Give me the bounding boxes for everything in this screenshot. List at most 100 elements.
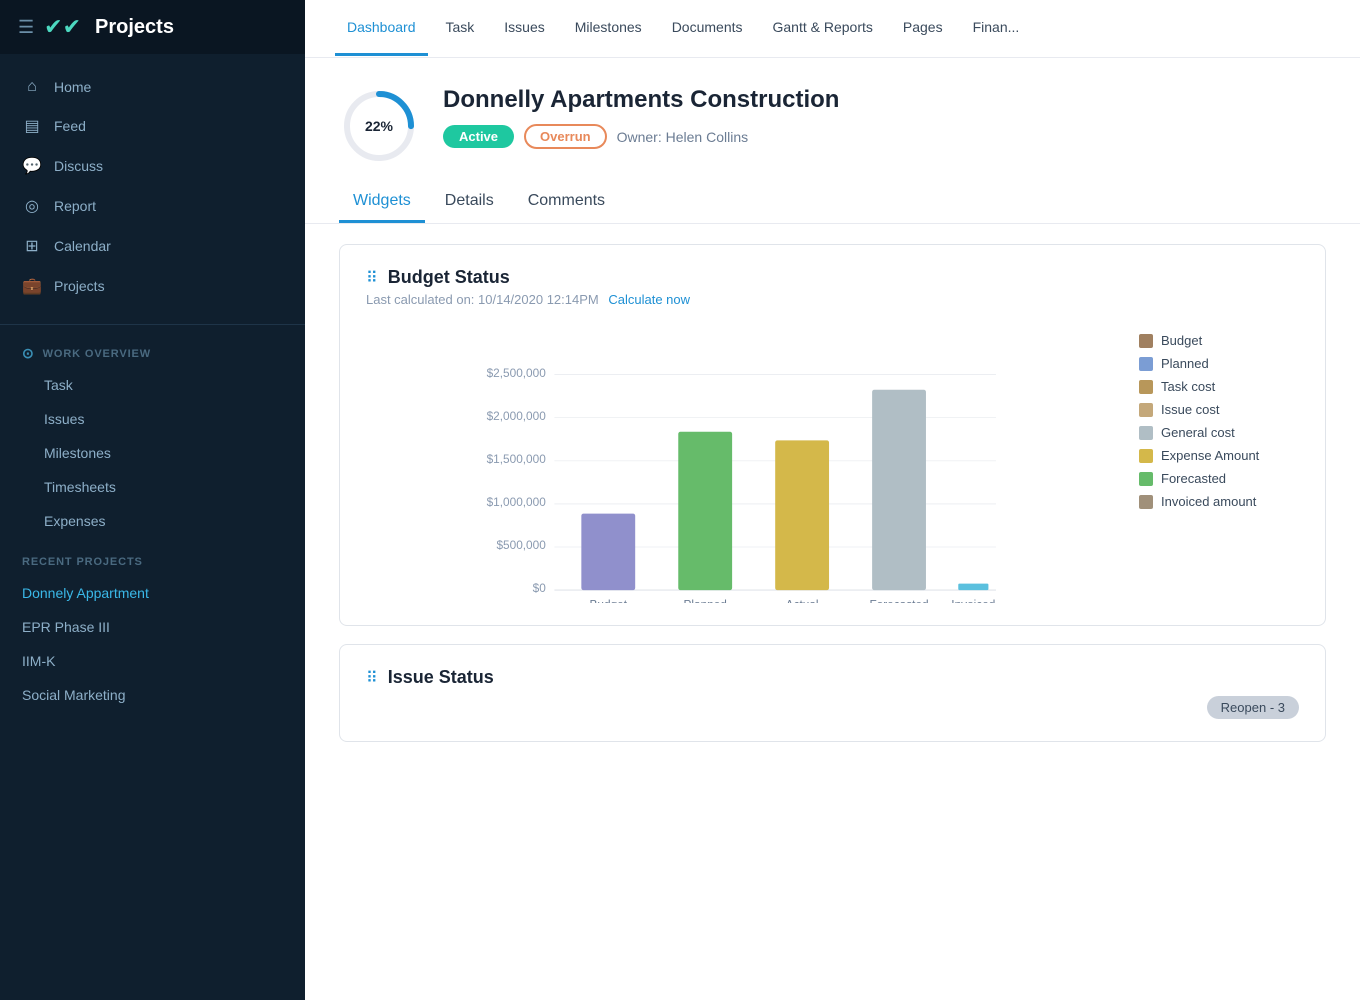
legend-task-cost: Task cost xyxy=(1139,379,1299,394)
budget-widget-subtitle: Last calculated on: 10/14/2020 12:14PM C… xyxy=(366,292,1299,307)
legend-color-planned xyxy=(1139,357,1153,371)
tab-details[interactable]: Details xyxy=(431,182,508,223)
logo-icon: ✔✔ xyxy=(44,14,81,40)
svg-text:Actual: Actual xyxy=(786,597,819,603)
issue-widget-content: Reopen - 3 xyxy=(366,696,1299,719)
nav-gantt[interactable]: Gantt & Reports xyxy=(761,1,885,56)
svg-text:Budget: Budget xyxy=(590,597,628,603)
sidebar-title: Projects xyxy=(95,16,174,39)
recent-project-epr[interactable]: EPR Phase III xyxy=(0,610,305,644)
svg-text:$1,500,000: $1,500,000 xyxy=(487,452,547,466)
svg-text:22%: 22% xyxy=(365,118,394,134)
sidebar-sub-expenses[interactable]: Expenses xyxy=(0,504,305,538)
work-overview-icon: ⊙ xyxy=(22,345,35,362)
budget-chart-svg: $0 $500,000 $1,000,000 $1,500,000 $2,000… xyxy=(366,323,1109,603)
budget-widget-title: Budget Status xyxy=(388,267,510,288)
sidebar-item-discuss[interactable]: 💬 Discuss xyxy=(0,146,305,186)
legend-color-issue-cost xyxy=(1139,403,1153,417)
chart-container: $0 $500,000 $1,000,000 $1,500,000 $2,000… xyxy=(366,323,1109,603)
recent-project-social[interactable]: Social Marketing xyxy=(0,678,305,712)
svg-text:Forecasted: Forecasted xyxy=(869,597,928,603)
legend-budget: Budget xyxy=(1139,333,1299,348)
widgets-area: ⠿ Budget Status Last calculated on: 10/1… xyxy=(305,224,1360,762)
sidebar-item-label: Feed xyxy=(54,118,86,134)
calendar-icon: ⊞ xyxy=(22,236,42,256)
svg-text:$0: $0 xyxy=(533,581,547,595)
sidebar-header: ☰ ✔✔ Projects xyxy=(0,0,305,54)
legend-color-budget xyxy=(1139,334,1153,348)
svg-text:Invoiced: Invoiced xyxy=(951,597,995,603)
legend-color-general-cost xyxy=(1139,426,1153,440)
nav-finance[interactable]: Finan... xyxy=(961,1,1032,56)
sidebar-item-report[interactable]: ◎ Report xyxy=(0,186,305,226)
legend-color-forecasted xyxy=(1139,472,1153,486)
sidebar-item-feed[interactable]: ▤ Feed xyxy=(0,106,305,146)
reopen-badge: Reopen - 3 xyxy=(1207,696,1299,719)
nav-pages[interactable]: Pages xyxy=(891,1,955,56)
budget-widget: ⠿ Budget Status Last calculated on: 10/1… xyxy=(339,244,1326,626)
home-icon: ⌂ xyxy=(22,78,42,96)
budget-grid-icon: ⠿ xyxy=(366,268,378,288)
nav-issues[interactable]: Issues xyxy=(492,1,556,56)
sidebar-item-label: Calendar xyxy=(54,238,111,254)
svg-text:Planned: Planned xyxy=(683,597,726,603)
sidebar-item-calendar[interactable]: ⊞ Calendar xyxy=(0,226,305,266)
nav-dashboard[interactable]: Dashboard xyxy=(335,1,428,56)
svg-text:$2,500,000: $2,500,000 xyxy=(487,366,547,380)
issue-widget: ⠿ Issue Status Reopen - 3 xyxy=(339,644,1326,742)
sidebar-item-home[interactable]: ⌂ Home xyxy=(0,68,305,106)
project-badges: Active Overrun Owner: Helen Collins xyxy=(443,124,839,149)
sidebar-item-projects[interactable]: 💼 Projects xyxy=(0,266,305,306)
budget-widget-header: ⠿ Budget Status xyxy=(366,267,1299,288)
svg-text:$2,000,000: $2,000,000 xyxy=(487,409,547,423)
legend-color-invoiced-amount xyxy=(1139,495,1153,509)
legend-color-expense-amount xyxy=(1139,449,1153,463)
sidebar-item-label: Discuss xyxy=(54,158,103,174)
sidebar-sub-issues[interactable]: Issues xyxy=(0,402,305,436)
svg-text:$500,000: $500,000 xyxy=(496,538,546,552)
sidebar: ☰ ✔✔ Projects ⌂ Home ▤ Feed 💬 Discuss ◎ … xyxy=(0,0,305,1000)
content-tabs: Widgets Details Comments xyxy=(305,182,1360,224)
recent-projects-label: RECENT PROJECTS xyxy=(0,538,305,576)
sidebar-item-label: Report xyxy=(54,198,96,214)
sidebar-sub-milestones[interactable]: Milestones xyxy=(0,436,305,470)
tab-comments[interactable]: Comments xyxy=(514,182,619,223)
tab-widgets[interactable]: Widgets xyxy=(339,182,425,223)
legend-invoiced-amount: Invoiced amount xyxy=(1139,494,1299,509)
budget-chart-area: $0 $500,000 $1,000,000 $1,500,000 $2,000… xyxy=(366,323,1299,603)
nav-documents[interactable]: Documents xyxy=(660,1,755,56)
legend-general-cost: General cost xyxy=(1139,425,1299,440)
project-header: 22% Donnelly Apartments Construction Act… xyxy=(305,58,1360,182)
nav-task[interactable]: Task xyxy=(434,1,487,56)
active-badge: Active xyxy=(443,125,514,148)
calculate-now-link[interactable]: Calculate now xyxy=(608,292,690,307)
recent-project-donnely[interactable]: Donnely Appartment xyxy=(0,576,305,610)
sidebar-item-label: Home xyxy=(54,79,91,95)
work-overview-section: ⊙ WORK OVERVIEW xyxy=(0,329,305,368)
report-icon: ◎ xyxy=(22,196,42,216)
top-nav: Dashboard Task Issues Milestones Documen… xyxy=(305,0,1360,58)
svg-text:$1,000,000: $1,000,000 xyxy=(487,495,547,509)
issue-grid-icon: ⠿ xyxy=(366,668,378,688)
sidebar-sub-task[interactable]: Task xyxy=(0,368,305,402)
owner-text: Owner: Helen Collins xyxy=(617,129,749,145)
project-title: Donnelly Apartments Construction xyxy=(443,86,839,114)
sidebar-item-label: Projects xyxy=(54,278,105,294)
feed-icon: ▤ xyxy=(22,116,42,136)
chart-legend: Budget Planned Task cost Issue cost xyxy=(1139,323,1299,509)
issue-widget-header: ⠿ Issue Status xyxy=(366,667,1299,688)
project-info: Donnelly Apartments Construction Active … xyxy=(443,86,839,149)
legend-color-task-cost xyxy=(1139,380,1153,394)
discuss-icon: 💬 xyxy=(22,156,42,176)
projects-icon: 💼 xyxy=(22,276,42,296)
sidebar-sub-timesheets[interactable]: Timesheets xyxy=(0,470,305,504)
sidebar-nav: ⌂ Home ▤ Feed 💬 Discuss ◎ Report ⊞ Calen… xyxy=(0,54,305,320)
nav-milestones[interactable]: Milestones xyxy=(563,1,654,56)
overrun-badge: Overrun xyxy=(524,124,607,149)
hamburger-icon[interactable]: ☰ xyxy=(18,17,34,38)
progress-ring: 22% xyxy=(339,86,419,166)
issue-widget-title: Issue Status xyxy=(388,667,494,688)
legend-forecasted: Forecasted xyxy=(1139,471,1299,486)
recent-project-iimk[interactable]: IIM-K xyxy=(0,644,305,678)
legend-issue-cost: Issue cost xyxy=(1139,402,1299,417)
